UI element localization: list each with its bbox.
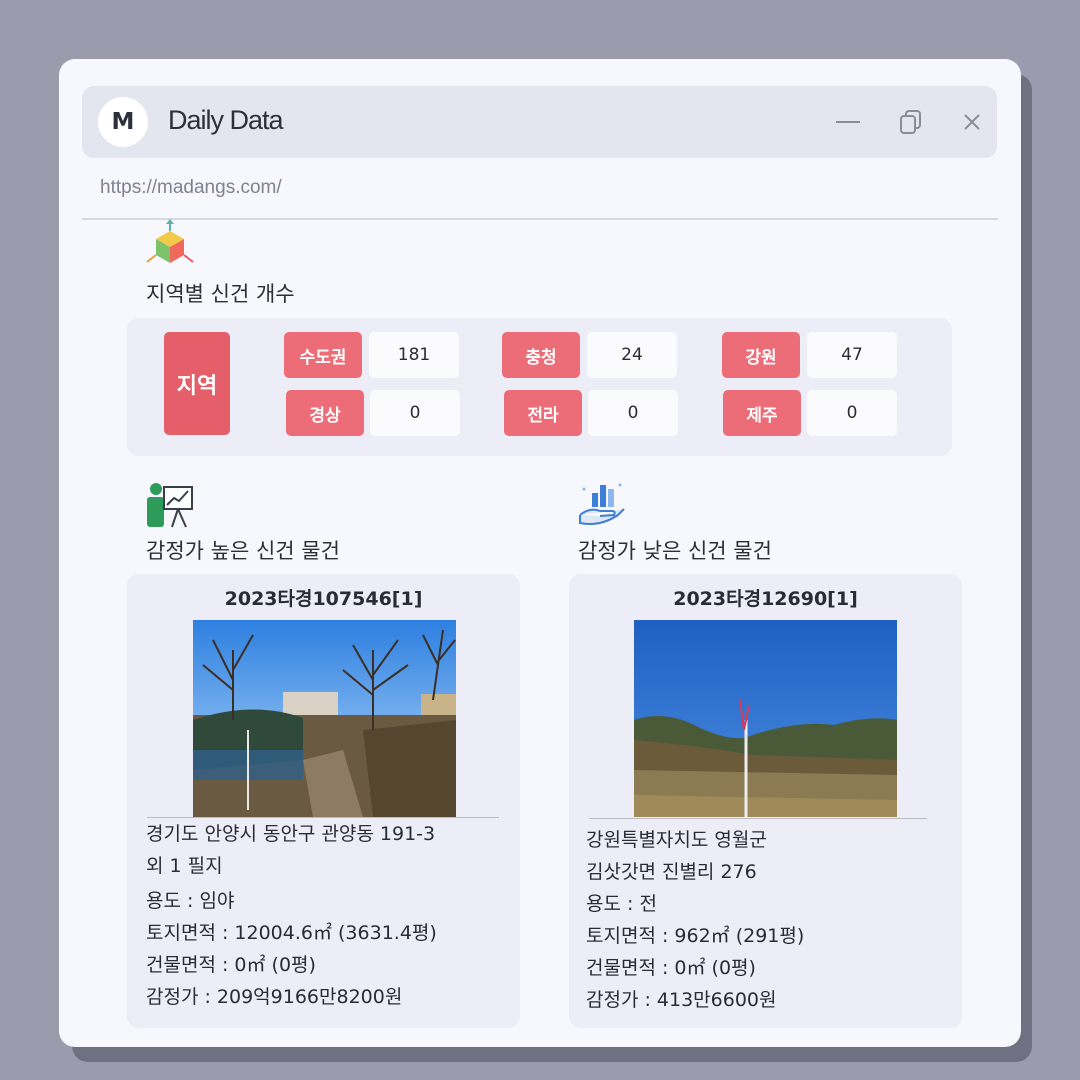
- region-value-sudogwon: 181: [369, 332, 459, 378]
- close-icon: [964, 114, 980, 130]
- region-value-gyeongsang: 0: [370, 390, 460, 436]
- appraisal-price: 감정가 : 413만6600원: [586, 989, 777, 1011]
- usage: 용도 : 임야: [146, 890, 235, 912]
- building-area: 건물면적 : 0㎡ (0평): [586, 957, 756, 979]
- region-label-gyeongsang: 경상: [286, 390, 364, 436]
- property-details: 경기도 안양시 동안구 관양동 191-3 외 1 필지 용도 : 임야 토지면…: [146, 818, 437, 1013]
- minimize-button[interactable]: [834, 108, 862, 136]
- close-button[interactable]: [958, 108, 986, 136]
- land-area: 토지면적 : 12004.6㎡ (3631.4평): [146, 922, 437, 944]
- presentation-chart-icon: [144, 479, 196, 531]
- app-title: Daily Data: [168, 105, 284, 135]
- url-text[interactable]: https://madangs.com/: [100, 177, 282, 199]
- high-section-title: 감정가 높은 신건 물건: [146, 539, 340, 563]
- region-value-jeju: 0: [807, 390, 897, 436]
- app-window: M Daily Data https://madangs.com/ 지역별 신건…: [59, 59, 1021, 1047]
- region-value-gangwon: 47: [807, 332, 897, 378]
- property-photo: [634, 620, 897, 817]
- address-line-1: 경기도 안양시 동안구 관양동 191-3: [146, 823, 436, 845]
- low-section-title: 감정가 낮은 신건 물건: [578, 539, 772, 563]
- region-value-jeolla: 0: [588, 390, 678, 436]
- case-number: 2023타경107546[1]: [224, 588, 423, 610]
- region-value-chungcheong: 24: [587, 332, 677, 378]
- cube-icon: [144, 219, 196, 271]
- minimize-icon: [836, 121, 860, 123]
- usage: 용도 : 전: [586, 893, 657, 915]
- hand-bar-chart-icon: [576, 479, 628, 531]
- region-label-jeju: 제주: [723, 390, 801, 436]
- address-line-1: 강원특별자치도 영월군: [586, 829, 767, 851]
- restore-button[interactable]: [897, 108, 925, 136]
- high-property-card[interactable]: 2023타경107546[1] 경기도 안양시 동안구 관양동 191-3 외 …: [127, 574, 520, 1028]
- region-count-panel: 지역 수도권 181 충청 24 강원 47 경상 0 전라 0 제주 0: [127, 318, 952, 456]
- building-area: 건물면적 : 0㎡ (0평): [146, 954, 316, 976]
- address-line-2: 외 1 필지: [146, 855, 223, 877]
- restore-icon: [900, 110, 921, 134]
- case-number: 2023타경12690[1]: [673, 588, 858, 610]
- appraisal-price: 감정가 : 209억9166만8200원: [146, 986, 403, 1008]
- region-label-gangwon: 강원: [722, 332, 800, 378]
- region-label-chungcheong: 충청: [502, 332, 580, 378]
- land-area: 토지면적 : 962㎡ (291평): [586, 925, 805, 947]
- title-bar: M Daily Data: [82, 86, 997, 158]
- address-line-2: 김삿갓면 진별리 276: [586, 861, 757, 883]
- header-divider: [82, 218, 998, 220]
- region-header-label: 지역: [164, 332, 230, 435]
- card-divider: [589, 818, 927, 819]
- region-label-jeolla: 전라: [504, 390, 582, 436]
- region-label-sudogwon: 수도권: [284, 332, 362, 378]
- region-section-title: 지역별 신건 개수: [146, 282, 295, 306]
- low-property-card[interactable]: 2023타경12690[1] 강원특별자치도 영월군 김삿갓면 진별리 276 …: [569, 574, 962, 1028]
- property-photo: [193, 620, 456, 817]
- property-details: 강원특별자치도 영월군 김삿갓면 진별리 276 용도 : 전 토지면적 : 9…: [586, 824, 804, 1016]
- app-logo: M: [98, 97, 148, 147]
